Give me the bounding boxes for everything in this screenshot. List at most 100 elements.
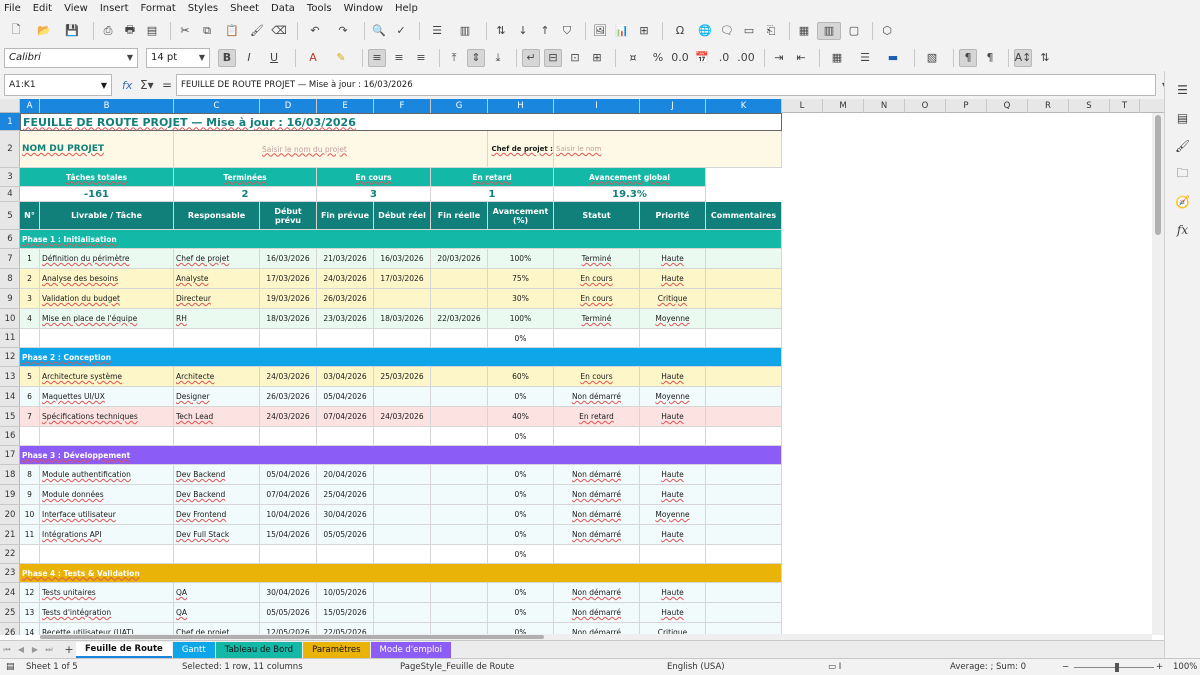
table-cell[interactable]: Dev Full Stack xyxy=(174,525,260,545)
chart-icon[interactable]: 📊 xyxy=(613,22,631,40)
table-cell[interactable]: 0% xyxy=(488,583,554,603)
scroll-thumb[interactable] xyxy=(40,635,544,639)
table-cell[interactable] xyxy=(431,329,488,348)
row-header[interactable]: 12 xyxy=(0,348,20,367)
function-wizard-icon[interactable]: fx xyxy=(122,79,140,92)
table-cell[interactable] xyxy=(317,545,374,564)
table-cell[interactable]: 4 xyxy=(20,309,40,329)
menu-item[interactable]: Styles xyxy=(188,3,218,14)
table-cell[interactable]: Architecture système xyxy=(40,367,174,387)
row-header[interactable]: 6 xyxy=(0,230,20,249)
gallery-icon[interactable]: 🗀 xyxy=(1174,165,1192,183)
table-cell[interactable]: 30/04/2026 xyxy=(260,583,317,603)
table-cell[interactable]: 0% xyxy=(488,329,554,348)
table-cell[interactable]: 0% xyxy=(488,545,554,564)
table-cell[interactable] xyxy=(260,427,317,446)
table-cell[interactable]: Directeur xyxy=(174,289,260,309)
row-icon[interactable]: ☰ xyxy=(425,22,449,40)
number-format-icon[interactable]: 0.0 xyxy=(671,49,689,67)
merge-center-icon[interactable]: ⊟ xyxy=(544,48,562,67)
header-footer-icon[interactable]: ▭ xyxy=(740,22,758,40)
table-cell[interactable] xyxy=(317,427,374,446)
menu-item[interactable]: Insert xyxy=(100,3,129,14)
sort-descending-icon[interactable]: ↑ xyxy=(536,22,554,40)
print-icon[interactable]: 🖶 xyxy=(121,22,139,40)
navigator-icon[interactable]: 🧭 xyxy=(1174,193,1192,211)
table-cell[interactable]: 13 xyxy=(20,603,40,623)
table-cell[interactable] xyxy=(374,545,431,564)
table-cell[interactable] xyxy=(706,289,782,309)
table-cell[interactable] xyxy=(374,603,431,623)
table-cell[interactable] xyxy=(374,583,431,603)
table-cell[interactable]: 60% xyxy=(488,367,554,387)
table-cell[interactable]: 05/04/2026 xyxy=(260,465,317,485)
table-cell[interactable] xyxy=(431,525,488,545)
table-cell[interactable]: 2 xyxy=(20,269,40,289)
zoom-out-icon[interactable]: − xyxy=(1062,662,1069,672)
page-title[interactable]: FEUILLE DE ROUTE PROJET — Mise à jour : … xyxy=(20,113,782,131)
table-cell[interactable]: 05/05/2026 xyxy=(260,603,317,623)
table-cell[interactable]: 05/04/2026 xyxy=(317,387,374,407)
table-cell[interactable]: Haute xyxy=(640,525,706,545)
bold-icon[interactable]: B xyxy=(218,48,236,67)
row-header[interactable]: 7 xyxy=(0,249,20,269)
show-draw-functions-icon[interactable]: ⬡ xyxy=(878,22,896,40)
table-cell[interactable]: En retard xyxy=(554,407,640,427)
table-cell[interactable] xyxy=(554,427,640,446)
table-cell[interactable]: 14 xyxy=(20,623,40,635)
menu-item[interactable]: Sheet xyxy=(230,3,259,14)
table-cell[interactable]: Tech Lead xyxy=(174,407,260,427)
column-header[interactable]: E xyxy=(317,99,374,113)
menu-item[interactable]: Tools xyxy=(307,3,332,14)
row-header[interactable]: 19 xyxy=(0,485,20,505)
table-cell[interactable] xyxy=(554,329,640,348)
row-header[interactable]: 24 xyxy=(0,583,20,603)
table-cell[interactable] xyxy=(706,603,782,623)
row-header[interactable]: 4 xyxy=(0,187,20,202)
table-cell[interactable] xyxy=(260,545,317,564)
spelling-icon[interactable]: ✓ xyxy=(392,22,410,40)
table-cell[interactable] xyxy=(706,465,782,485)
table-cell[interactable] xyxy=(20,329,40,348)
column-header[interactable]: J xyxy=(640,99,706,113)
table-cell[interactable] xyxy=(706,269,782,289)
align-top-icon[interactable]: ⤒ xyxy=(445,49,463,67)
table-cell[interactable]: Haute xyxy=(640,249,706,269)
table-cell[interactable]: 100% xyxy=(488,309,554,329)
merge-cells-icon[interactable]: ⊡ xyxy=(566,49,584,67)
table-cell[interactable]: 15/04/2026 xyxy=(260,525,317,545)
column-header[interactable]: P xyxy=(946,99,987,113)
chevron-down-icon[interactable]: ▼ xyxy=(127,53,133,62)
sheet-tab[interactable]: Feuille de Route xyxy=(76,641,172,658)
table-cell[interactable] xyxy=(20,427,40,446)
align-right-icon[interactable]: ≡ xyxy=(412,49,430,67)
table-cell[interactable]: 21/03/2026 xyxy=(317,249,374,269)
sort-ascending-icon[interactable]: ↓ xyxy=(514,22,532,40)
project-manager-input[interactable]: Saisir le nom xyxy=(554,131,782,168)
row-header[interactable]: 3 xyxy=(0,168,20,187)
table-cell[interactable] xyxy=(431,269,488,289)
table-cell[interactable]: 07/04/2026 xyxy=(260,485,317,505)
clone-format-icon[interactable]: 🖌 xyxy=(248,22,266,40)
pivot-table-icon[interactable]: ⊞ xyxy=(635,22,653,40)
table-cell[interactable] xyxy=(706,545,782,564)
vertical-scrollbar[interactable] xyxy=(1152,113,1164,635)
table-cell[interactable]: 0% xyxy=(488,427,554,446)
table-cell[interactable]: 25/03/2026 xyxy=(374,367,431,387)
align-middle-icon[interactable]: ⇕ xyxy=(467,48,485,67)
column-header[interactable]: O xyxy=(905,99,946,113)
table-cell[interactable]: 20/03/2026 xyxy=(431,249,488,269)
row-header[interactable]: 25 xyxy=(0,603,20,623)
table-cell[interactable]: 17/03/2026 xyxy=(260,269,317,289)
font-size-box[interactable]: 14 pt ▼ xyxy=(146,47,210,68)
table-cell[interactable]: 25/04/2026 xyxy=(317,485,374,505)
conditional-format-icon[interactable]: ▧ xyxy=(920,49,944,67)
column-header[interactable]: A xyxy=(20,99,40,113)
menu-item[interactable]: Edit xyxy=(33,3,52,14)
table-cell[interactable] xyxy=(374,485,431,505)
table-cell[interactable]: Non démarré xyxy=(554,387,640,407)
table-cell[interactable]: Haute xyxy=(640,465,706,485)
border-color-icon[interactable]: ▬ xyxy=(881,49,905,67)
table-cell[interactable]: 22/03/2026 xyxy=(431,309,488,329)
table-cell[interactable] xyxy=(260,329,317,348)
